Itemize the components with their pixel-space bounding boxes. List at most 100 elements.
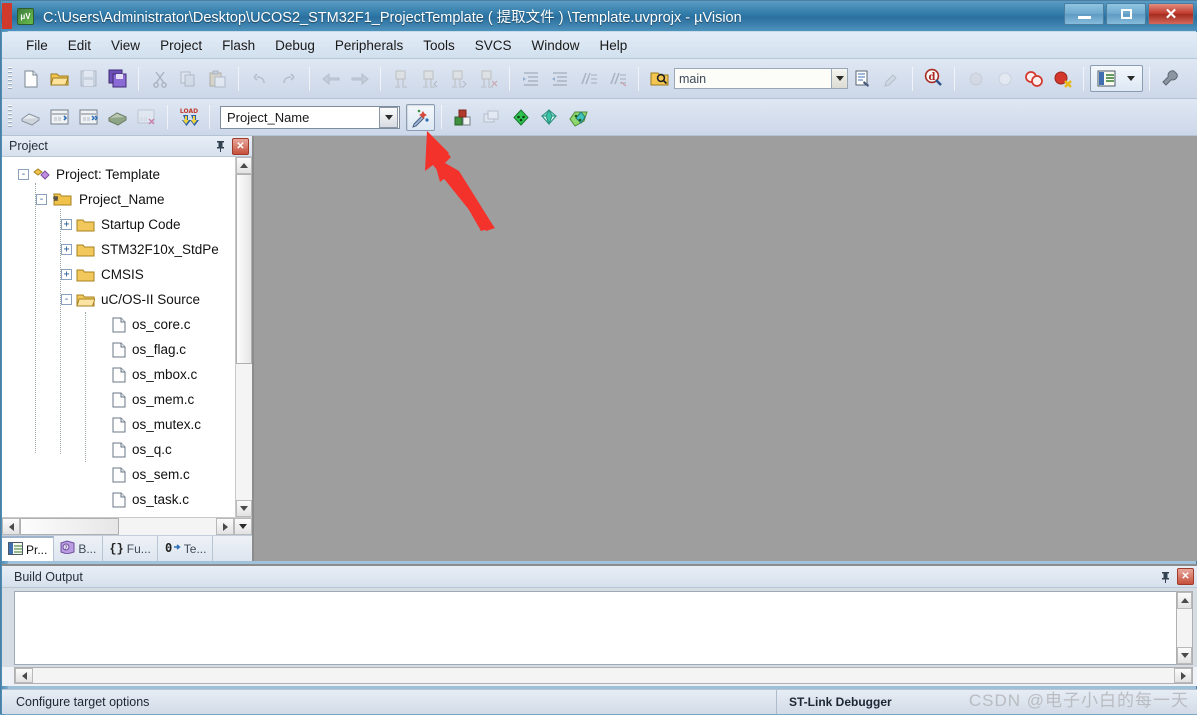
build-output-vertical-scrollbar[interactable] [1176, 591, 1193, 665]
tree-item-file[interactable]: os_core.c [8, 312, 235, 337]
scroll-left-button[interactable] [2, 518, 20, 535]
project-tree-vertical-scrollbar[interactable] [235, 157, 252, 517]
tree-item-file[interactable]: os_mbox.c [8, 362, 235, 387]
undo-button[interactable] [245, 65, 274, 92]
build-output-horizontal-scrollbar[interactable] [14, 667, 1193, 684]
bookmark-prev-button[interactable] [416, 65, 445, 92]
menu-item-debug[interactable]: Debug [265, 35, 325, 56]
tree-item-ucos-ii-source[interactable]: - uC/OS-II Source [8, 287, 235, 312]
manage-project-items-button[interactable] [448, 104, 477, 131]
tree-item-file[interactable]: os_mutex.c [8, 412, 235, 437]
tree-expander-collapse[interactable]: - [61, 294, 72, 305]
redo-button[interactable] [274, 65, 303, 92]
scroll-track[interactable] [1177, 609, 1192, 647]
manage-run-time-button[interactable] [535, 104, 564, 131]
translate-button[interactable] [16, 104, 45, 131]
menu-item-help[interactable]: Help [590, 35, 638, 56]
tree-item-startup-code[interactable]: + Startup Code [8, 212, 235, 237]
target-options-button[interactable] [406, 103, 435, 131]
debug-start-button[interactable]: d [919, 65, 948, 92]
menu-item-window[interactable]: Window [521, 35, 589, 56]
rebuild-all-button[interactable] [74, 104, 103, 131]
insert-file-button[interactable] [848, 65, 877, 92]
build-output-close-button[interactable]: ✕ [1177, 568, 1194, 585]
scroll-up-button[interactable] [236, 157, 252, 174]
uncomment-button[interactable] [603, 65, 632, 92]
maximize-button[interactable] [1106, 3, 1146, 25]
build-target-button[interactable] [45, 104, 74, 131]
menu-item-project[interactable]: Project [150, 35, 212, 56]
project-tree-horizontal-scrollbar[interactable] [2, 517, 252, 535]
bookmark-next-button[interactable] [445, 65, 474, 92]
indent-button[interactable] [516, 65, 545, 92]
breakpoint-kill-all-button[interactable] [1048, 65, 1077, 92]
tree-item-project-root[interactable]: - Project: Template [8, 162, 235, 187]
breakpoint-disable-button[interactable] [990, 65, 1019, 92]
cut-button[interactable] [145, 65, 174, 92]
pin-icon[interactable] [1157, 568, 1174, 585]
scroll-right-button[interactable] [216, 518, 234, 535]
configure-options-button[interactable] [1156, 65, 1185, 92]
menu-item-peripherals[interactable]: Peripherals [325, 35, 413, 56]
tab-books[interactable]: ? B... [54, 536, 104, 561]
comment-button[interactable] [574, 65, 603, 92]
scroll-down-button[interactable] [1177, 647, 1192, 664]
scroll-track[interactable] [33, 668, 1174, 683]
find-in-files-button[interactable] [645, 65, 674, 92]
search-dropdown-arrow[interactable] [832, 68, 848, 89]
navigate-back-button[interactable] [316, 65, 345, 92]
scroll-menu-button[interactable] [234, 518, 252, 535]
bookmark-toggle-button[interactable] [387, 65, 416, 92]
target-select[interactable]: Project_Name [220, 105, 400, 129]
menu-item-view[interactable]: View [101, 35, 150, 56]
search-input[interactable]: main [674, 68, 832, 89]
bookmark-clear-button[interactable] [474, 65, 503, 92]
scroll-thumb[interactable] [236, 174, 252, 364]
breakpoint-insert-button[interactable] [961, 65, 990, 92]
copy-button[interactable] [174, 65, 203, 92]
tree-expander-expand[interactable]: + [61, 269, 72, 280]
tab-templates[interactable]: 0 Te... [158, 536, 214, 561]
outdent-button[interactable] [545, 65, 574, 92]
menu-item-file[interactable]: File [16, 35, 58, 56]
minimize-button[interactable] [1064, 3, 1104, 25]
toolbar-grip[interactable] [8, 66, 12, 91]
menu-item-edit[interactable]: Edit [58, 35, 101, 56]
scroll-right-button[interactable] [1174, 668, 1192, 683]
scroll-thumb[interactable] [20, 518, 119, 535]
close-button[interactable]: ✕ [1148, 3, 1194, 25]
tree-item-stm32f10x-stdperiph[interactable]: + STM32F10x_StdPe [8, 237, 235, 262]
select-software-packs-button[interactable] [564, 104, 593, 131]
tree-expander-expand[interactable]: + [61, 244, 72, 255]
scroll-track[interactable] [119, 518, 216, 535]
tree-expander-collapse[interactable]: - [36, 194, 47, 205]
scroll-left-button[interactable] [15, 668, 33, 683]
editor-workspace[interactable] [254, 136, 1197, 561]
toolbar-grip[interactable] [8, 105, 12, 129]
tree-item-target[interactable]: - Project_Name [8, 187, 235, 212]
tree-item-file[interactable]: os_q.c [8, 437, 235, 462]
tree-item-file[interactable]: os_mem.c [8, 387, 235, 412]
scroll-down-button[interactable] [236, 500, 252, 517]
tree-item-file[interactable]: os_task.c [8, 487, 235, 512]
scroll-up-button[interactable] [1177, 592, 1192, 609]
new-file-button[interactable] [16, 65, 45, 92]
save-button[interactable] [74, 65, 103, 92]
window-manager-dropdown[interactable] [1121, 65, 1141, 92]
tree-item-cmsis[interactable]: + CMSIS [8, 262, 235, 287]
tab-functions[interactable]: {} Fu... [103, 536, 158, 561]
paste-button[interactable] [203, 65, 232, 92]
tab-project[interactable]: Pr... [2, 536, 55, 561]
breakpoint-disable-all-button[interactable] [1019, 65, 1048, 92]
tree-item-file[interactable]: os_flag.c [8, 337, 235, 362]
stop-build-button[interactable] [132, 104, 161, 131]
menu-item-svcs[interactable]: SVCS [465, 35, 522, 56]
menu-item-tools[interactable]: Tools [413, 35, 465, 56]
tree-expander-expand[interactable]: + [61, 219, 72, 230]
window-manager-button[interactable] [1092, 65, 1121, 92]
scroll-track[interactable] [236, 364, 252, 500]
pin-icon[interactable] [212, 138, 229, 155]
save-all-button[interactable] [103, 65, 132, 92]
tree-expander-collapse[interactable]: - [18, 169, 29, 180]
project-panel-close-button[interactable]: ✕ [232, 137, 249, 155]
